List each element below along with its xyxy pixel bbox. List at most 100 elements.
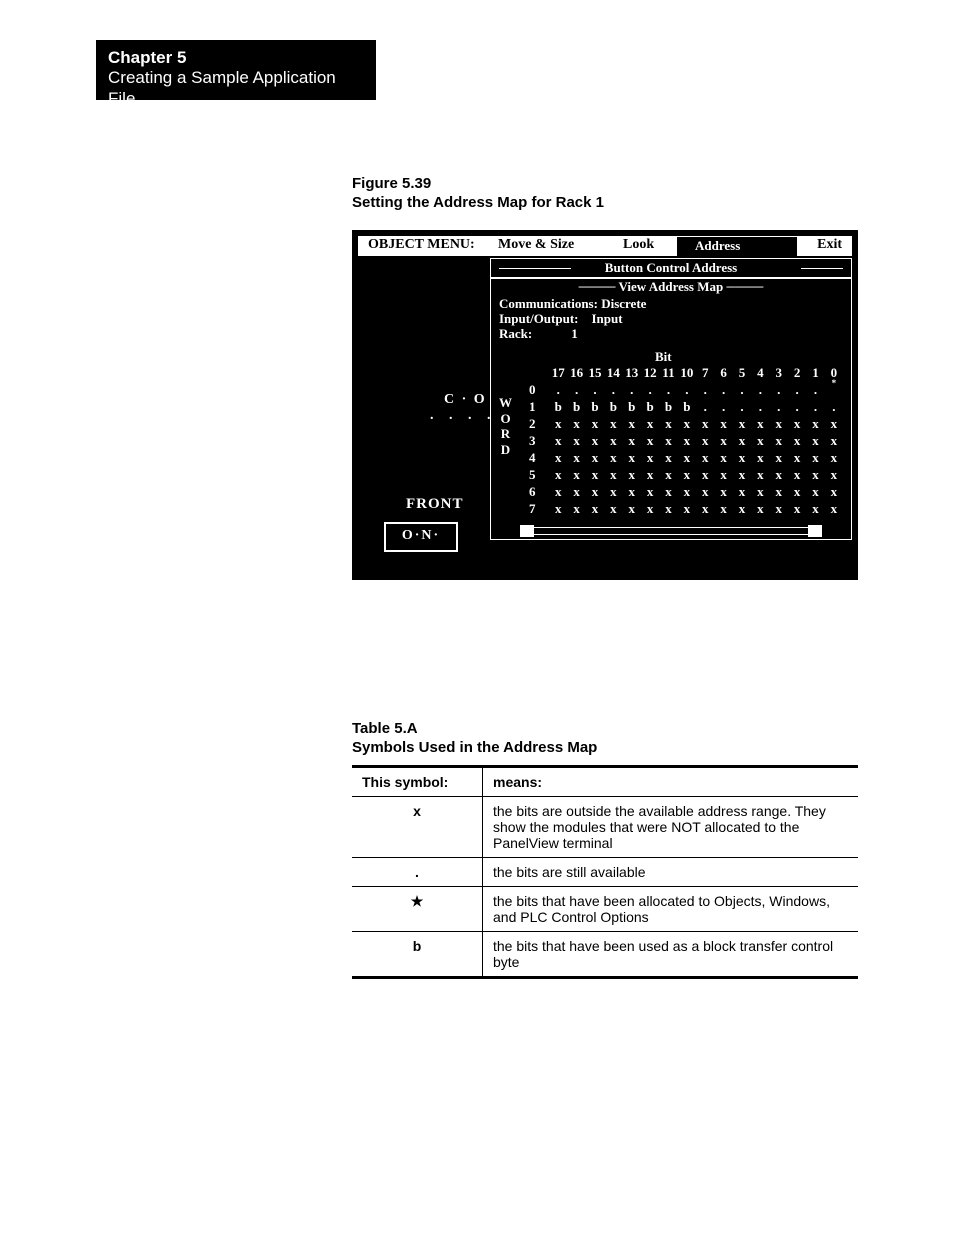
bit-col: 12 [641, 365, 659, 381]
figure-panel: OBJECT MENU: Move & Size Look Exit Addre… [352, 230, 858, 580]
grid-cell: x [549, 483, 567, 500]
table-header-means: means: [483, 767, 859, 797]
grid-cell: x [641, 449, 659, 466]
grid-cell: x [825, 449, 843, 466]
horizontal-scrollbar[interactable] [521, 527, 821, 535]
grid-cell: x [788, 500, 806, 517]
grid-cell: . [678, 381, 696, 398]
word-index: 7 [529, 500, 536, 517]
grid-row: xxxxxxxxxxxxxxxx [549, 483, 843, 500]
grid-cell: x [586, 415, 604, 432]
grid-cell: x [604, 483, 622, 500]
grid-cell: b [659, 398, 677, 415]
grid-cell: x [696, 483, 714, 500]
grid-cell: x [549, 466, 567, 483]
grid-cell: . [696, 381, 714, 398]
grid-cell: b [604, 398, 622, 415]
grid-cell: x [641, 483, 659, 500]
bit-col: 15 [586, 365, 604, 381]
grid-cell: x [586, 449, 604, 466]
grid-cell: x [696, 500, 714, 517]
grid-cell: . [567, 381, 585, 398]
word-vertical-label: W O R D [499, 395, 512, 457]
grid-cell: x [825, 432, 843, 449]
grid-cell: . [770, 381, 788, 398]
grid-cell: x [733, 432, 751, 449]
figure-label: Figure 5.39 [352, 175, 604, 192]
grid-cell: x [751, 466, 769, 483]
grid-cell: x [770, 432, 788, 449]
chapter-subtitle: Creating a Sample Application File [108, 68, 364, 109]
grid-row: ...............* [549, 381, 843, 398]
grid-cell: x [678, 483, 696, 500]
grid-cell: x [659, 500, 677, 517]
grid-cell: . [733, 381, 751, 398]
grid-cell: . [825, 398, 843, 415]
meta-rack: Rack: 1 [499, 326, 578, 341]
grid-cell: x [641, 415, 659, 432]
scrollbar-thumb-left[interactable] [520, 525, 534, 537]
grid-cell: . [549, 381, 567, 398]
grid-cell: x [567, 483, 585, 500]
grid-cell: x [806, 449, 824, 466]
grid-cell: x [825, 483, 843, 500]
grid-cell: x [623, 483, 641, 500]
grid-cell: b [549, 398, 567, 415]
grid-cell: x [641, 466, 659, 483]
grid-cell: . [806, 381, 824, 398]
table-header-row: This symbol: means: [352, 767, 858, 797]
menu-exit[interactable]: Exit [817, 237, 842, 253]
grid-cell: x [714, 483, 732, 500]
grid-cell: . [604, 381, 622, 398]
grid-cell: x [806, 500, 824, 517]
bit-col: 7 [696, 365, 714, 381]
grid-cell: x [604, 415, 622, 432]
grid-row: xxxxxxxxxxxxxxxx [549, 415, 843, 432]
bit-col: 6 [714, 365, 732, 381]
scrollbar-thumb-right[interactable] [808, 525, 822, 537]
word-index: 0 [529, 381, 536, 398]
word-letter: W [499, 395, 512, 411]
grid-cell: . [806, 398, 824, 415]
grid-row: xxxxxxxxxxxxxxxx [549, 500, 843, 517]
figure-title: Setting the Address Map for Rack 1 [352, 194, 604, 211]
symbol-cell: b [352, 932, 483, 978]
word-index: 3 [529, 432, 536, 449]
menu-move-size[interactable]: Move & Size [498, 237, 574, 253]
meaning-cell: the bits that have been used as a block … [483, 932, 859, 978]
menu-look[interactable]: Look [623, 237, 654, 253]
grid-cell: x [714, 466, 732, 483]
grid-cell: x [641, 500, 659, 517]
grid-cell: x [788, 483, 806, 500]
symbol-cell: x [352, 797, 483, 858]
bit-col: 3 [770, 365, 788, 381]
grid-cell: x [770, 415, 788, 432]
grid-cell: x [696, 449, 714, 466]
bit-header-row: 17 16 15 14 13 12 11 10 7 6 5 4 3 2 1 0 [549, 365, 843, 381]
table-caption: Table 5.A Symbols Used in the Address Ma… [352, 720, 597, 756]
table-row: . the bits are still available [352, 858, 858, 887]
menu-address-tab[interactable]: Address [676, 236, 798, 256]
grid-cell: x [770, 466, 788, 483]
grid-cell: x [567, 500, 585, 517]
button-control-address-title: Button Control Address [491, 260, 851, 276]
word-letter: R [499, 426, 512, 442]
document-page: Chapter 5 Creating a Sample Application … [0, 0, 954, 1235]
grid-cell: x [733, 466, 751, 483]
view-address-map-meta: Communications: Discrete Input/Output: I… [499, 297, 646, 342]
decoration-line [801, 268, 843, 269]
word-index: 5 [529, 466, 536, 483]
grid-cell: . [788, 398, 806, 415]
decoration-dash: ──── [727, 279, 764, 294]
grid-cell: . [696, 398, 714, 415]
symbol-cell: ★ [352, 887, 483, 932]
grid-cell: b [641, 398, 659, 415]
menu-object-label: OBJECT MENU: [368, 237, 475, 253]
grid-cell: x [825, 466, 843, 483]
grid-cell: . [641, 381, 659, 398]
grid-cell: x [604, 449, 622, 466]
address-map-grid: ...............* bbbbbbbb........ xxxxxx… [549, 381, 843, 517]
grid-cell: . [714, 398, 732, 415]
meta-communications: Communications: Discrete [499, 296, 646, 311]
grid-cell: . [586, 381, 604, 398]
